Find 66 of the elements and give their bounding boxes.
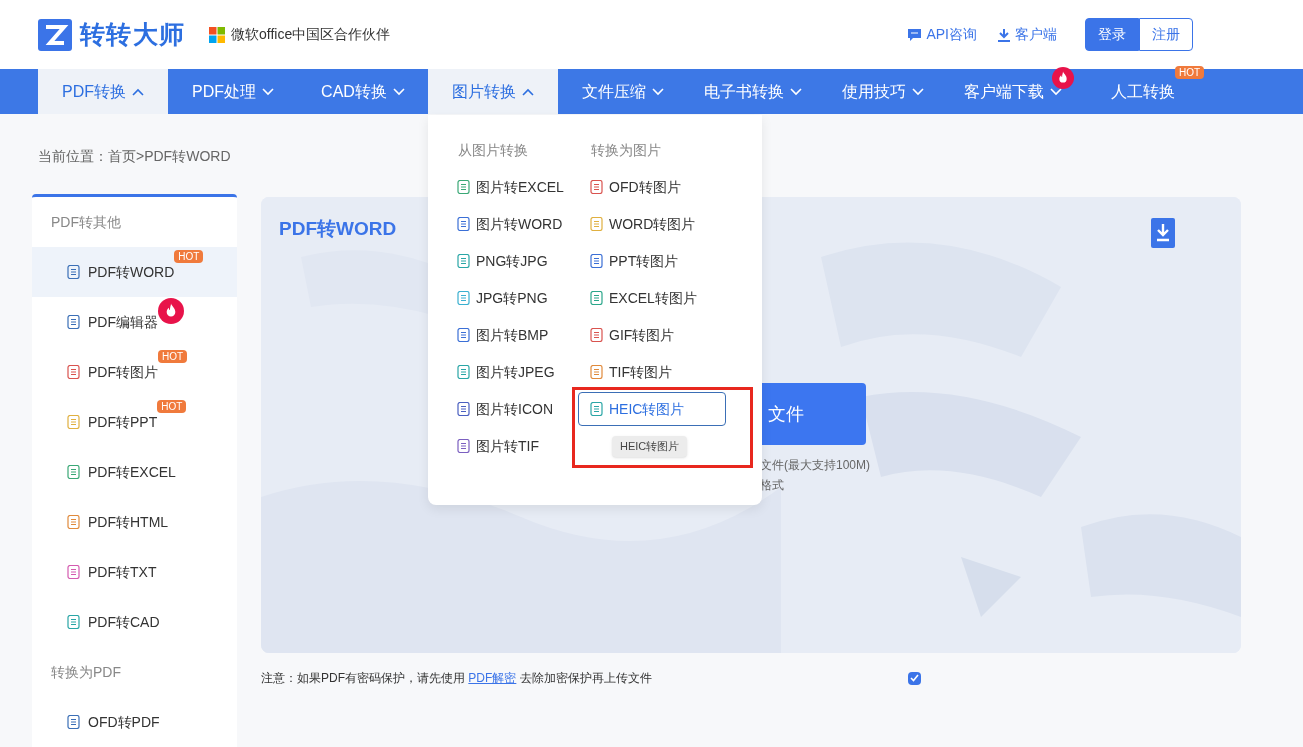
menu-item[interactable]: PPT转图片 xyxy=(590,251,679,271)
tooltip: HEIC转图片 xyxy=(612,436,688,457)
login-button[interactable]: 登录 xyxy=(1085,18,1139,51)
menu-item[interactable]: 图片转WORD xyxy=(457,214,563,234)
nav-tab[interactable]: 电子书转换 xyxy=(688,69,818,114)
nav-tab[interactable]: 使用技巧 xyxy=(818,69,948,114)
menu-item[interactable]: 图片转EXCEL xyxy=(457,177,564,197)
chevron-down-icon xyxy=(652,87,664,96)
nav-tab[interactable]: 文件压缩 xyxy=(558,69,688,114)
sidebar-group-heading: 转换为PDF xyxy=(50,662,122,682)
sidebar-item[interactable]: PDF转图片 HOT xyxy=(32,347,237,397)
panel-title: PDF转WORD xyxy=(279,217,397,241)
menu-item[interactable]: 图片转TIF xyxy=(457,436,539,456)
nav-tab[interactable]: PDF转换 xyxy=(38,69,168,114)
hot-badge: HOT xyxy=(158,349,188,363)
sidebar-group-heading: PDF转其他 xyxy=(50,212,122,232)
windows-logo-icon xyxy=(209,26,225,43)
password-notice: 注意：如果PDF有密码保护，请先使用 PDF解密 去除加密保护再上传文件 xyxy=(261,670,652,687)
pdf-decrypt-link[interactable]: PDF解密 xyxy=(468,671,517,685)
menu-item[interactable]: JPG转PNG xyxy=(457,288,548,308)
partner-text: 微软office中国区合作伙伴 xyxy=(231,25,391,44)
chevron-down-icon xyxy=(912,87,924,96)
sidebar-item[interactable]: PDF转CAD xyxy=(32,597,237,647)
chat-icon xyxy=(907,27,923,42)
chevron-up-icon xyxy=(132,87,144,96)
api-consult-link[interactable]: API咨询 xyxy=(907,24,977,45)
upload-hint: 文件(最大支持100M) xyxy=(760,457,870,474)
nav-tab[interactable]: 客户端下载 xyxy=(948,69,1078,114)
nav-tab[interactable]: 图片转换 xyxy=(428,69,558,114)
download-icon[interactable] xyxy=(1151,218,1175,248)
menu-item[interactable]: PNG转JPG xyxy=(457,251,548,271)
menu-item[interactable]: TIF转图片 xyxy=(590,362,672,382)
fire-icon xyxy=(158,297,184,324)
chevron-up-icon xyxy=(522,87,534,96)
register-button[interactable]: 注册 xyxy=(1139,18,1193,51)
agree-checkbox[interactable] xyxy=(908,671,921,685)
logo-icon xyxy=(38,18,72,51)
menu-column-heading: 转换为图片 xyxy=(590,141,662,160)
sidebar-item[interactable]: PDF转HTML xyxy=(32,497,237,547)
menu-item[interactable]: 图片转BMP xyxy=(457,325,549,345)
hot-badge: HOT xyxy=(174,249,204,263)
chevron-down-icon xyxy=(1050,87,1062,96)
hot-badge: HOT xyxy=(157,399,187,413)
menu-item[interactable]: HEIC转图片 xyxy=(578,392,726,426)
sidebar-item[interactable]: OFD转PDF xyxy=(32,697,237,747)
sidebar-item[interactable]: PDF转PPT HOT xyxy=(32,397,237,447)
menu-item[interactable]: GIF转图片 xyxy=(590,325,675,345)
client-link[interactable]: 客户端 xyxy=(997,24,1057,45)
brand-name: 转转大师 xyxy=(80,18,185,50)
nav-tab[interactable]: PDF处理 xyxy=(168,69,298,114)
chevron-down-icon xyxy=(262,87,274,96)
chevron-down-icon xyxy=(790,87,802,96)
download-icon xyxy=(997,27,1011,42)
chevron-down-icon xyxy=(392,87,405,96)
menu-item[interactable]: WORD转图片 xyxy=(590,214,696,234)
sidebar-item[interactable]: PDF编辑器 xyxy=(32,297,237,347)
menu-item[interactable]: EXCEL转图片 xyxy=(590,288,697,308)
menu-item[interactable]: 图片转ICON xyxy=(457,399,553,419)
menu-item[interactable]: 图片转JPEG xyxy=(457,362,555,382)
sidebar-item[interactable]: PDF转TXT xyxy=(32,547,237,597)
sidebar-item[interactable]: PDF转WORD HOT xyxy=(32,247,237,297)
sidebar-item[interactable]: PDF转EXCEL xyxy=(32,447,237,497)
menu-item[interactable]: OFD转图片 xyxy=(590,177,681,197)
menu-column-heading: 从图片转换 xyxy=(457,141,529,160)
nav-tab[interactable]: CAD转换 xyxy=(298,69,428,114)
breadcrumb: 当前位置：首页>PDF转WORD xyxy=(38,147,231,166)
